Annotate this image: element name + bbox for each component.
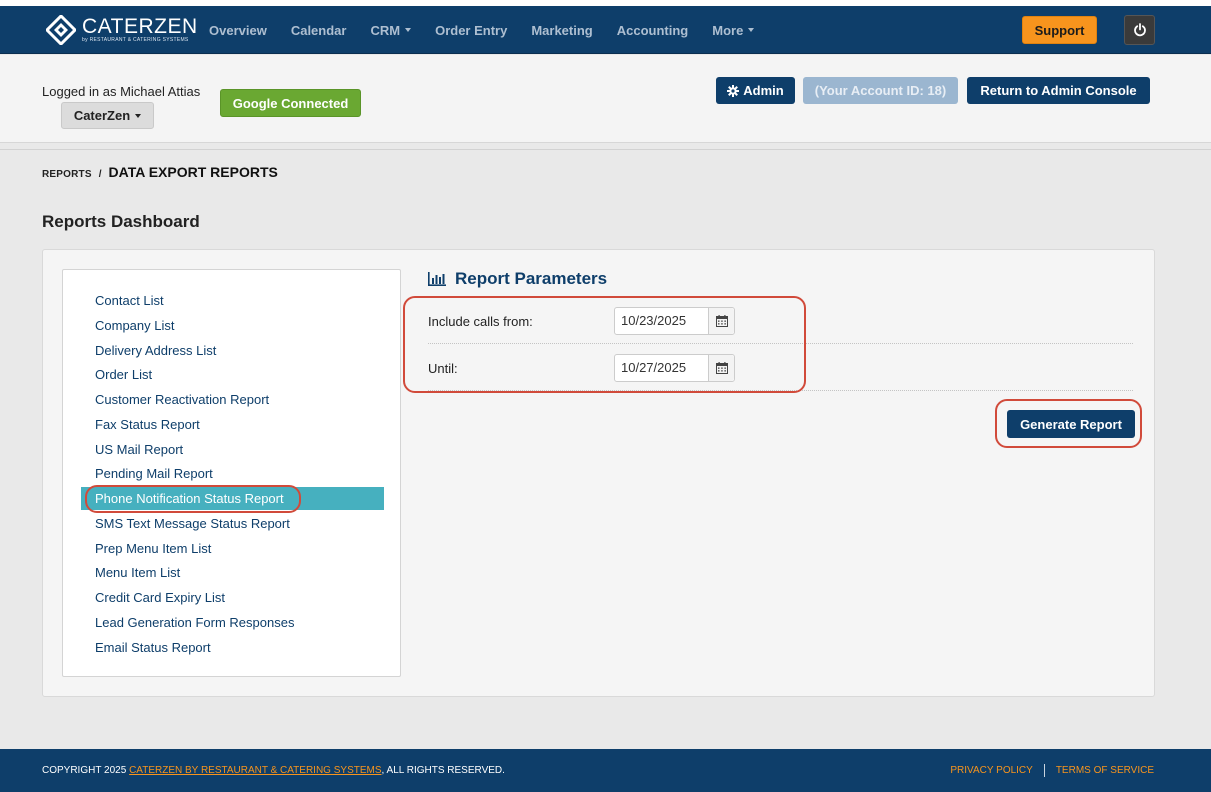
nav-item-overview[interactable]: Overview bbox=[197, 23, 279, 38]
privacy-policy-link[interactable]: PRIVACY POLICY bbox=[950, 765, 1032, 776]
report-link-lead-generation-form-responses[interactable]: Lead Generation Form Responses bbox=[81, 611, 384, 634]
chevron-down-icon bbox=[135, 113, 142, 118]
highlight-annotation-generate bbox=[995, 399, 1142, 448]
admin-button[interactable]: Admin bbox=[716, 77, 795, 104]
nav-item-crm[interactable]: CRM bbox=[358, 23, 423, 38]
chevron-down-icon bbox=[405, 28, 412, 32]
report-list: Contact List Company List Delivery Address… bbox=[62, 269, 401, 677]
support-button[interactable]: Support bbox=[1022, 16, 1097, 44]
report-link-order-list[interactable]: Order List bbox=[81, 363, 384, 386]
copyright-prefix: COPYRIGHT 2025 bbox=[42, 765, 130, 776]
company-dropdown-label: CaterZen bbox=[73, 108, 131, 123]
account-header: Logged in as Michael Attias CaterZen Goo… bbox=[0, 55, 1211, 143]
breadcrumb: REPORTS / DATA EXPORT REPORTS bbox=[42, 164, 278, 180]
nav-item-order-entry[interactable]: Order Entry bbox=[423, 23, 519, 38]
report-link-email-status-report[interactable]: Email Status Report bbox=[81, 636, 384, 659]
caterzen-logo-icon bbox=[46, 15, 76, 45]
report-link-prep-menu-item-list[interactable]: Prep Menu Item List bbox=[81, 537, 384, 560]
nav-item-label: Accounting bbox=[616, 22, 689, 38]
nav-item-accounting[interactable]: Accounting bbox=[605, 23, 701, 38]
report-parameters-heading: Report Parameters bbox=[428, 269, 607, 289]
account-id-button[interactable]: (Your Account ID: 18) bbox=[803, 77, 958, 104]
bar-chart-icon bbox=[428, 272, 446, 286]
breadcrumb-current: DATA EXPORT REPORTS bbox=[108, 164, 278, 180]
report-parameters-title: Report Parameters bbox=[455, 269, 608, 288]
report-link-customer-reactivation-report[interactable]: Customer Reactivation Report bbox=[81, 388, 384, 411]
admin-button-label: Admin bbox=[743, 83, 784, 98]
nav-item-calendar[interactable]: Calendar bbox=[279, 23, 359, 38]
header-divider bbox=[0, 149, 1211, 150]
brand-subtitle: by RESTAURANT & CATERING SYSTEMS bbox=[82, 37, 189, 43]
footer: COPYRIGHT 2025 CATERZEN BY RESTAURANT & … bbox=[0, 749, 1211, 792]
power-icon bbox=[1133, 23, 1146, 37]
breadcrumb-reports-link[interactable]: REPORTS bbox=[42, 169, 92, 180]
copyright-suffix: , ALL RIGHTS RESERVED. bbox=[381, 765, 505, 776]
breadcrumb-separator: / bbox=[98, 169, 102, 180]
nav-item-marketing[interactable]: Marketing bbox=[519, 23, 604, 38]
brand-name: CATERZEN bbox=[82, 15, 198, 38]
nav-item-label: CRM bbox=[370, 22, 401, 38]
nav-item-label: Calendar bbox=[290, 22, 347, 38]
footer-divider bbox=[1043, 764, 1045, 777]
company-dropdown[interactable]: CaterZen bbox=[61, 102, 154, 129]
report-link-delivery-address-list[interactable]: Delivery Address List bbox=[81, 339, 384, 362]
report-link-company-list[interactable]: Company List bbox=[81, 314, 384, 337]
nav-item-label: Overview bbox=[209, 22, 267, 38]
report-link-menu-item-list[interactable]: Menu Item List bbox=[81, 561, 384, 584]
nav-item-label: Marketing bbox=[531, 22, 593, 38]
return-admin-console-button[interactable]: Return to Admin Console bbox=[967, 77, 1150, 104]
chevron-down-icon bbox=[748, 28, 755, 32]
top-navbar: CATERZEN by RESTAURANT & CATERING SYSTEM… bbox=[0, 6, 1211, 54]
gear-icon bbox=[727, 84, 740, 97]
logout-button[interactable] bbox=[1124, 15, 1155, 45]
caterzen-logo[interactable]: CATERZEN by RESTAURANT & CATERING SYSTEM… bbox=[46, 15, 198, 45]
page-title: Reports Dashboard bbox=[42, 212, 200, 231]
report-link-fax-status-report[interactable]: Fax Status Report bbox=[81, 413, 384, 436]
footer-links: PRIVACY POLICY TERMS OF SERVICE bbox=[950, 764, 1154, 777]
google-connected-button[interactable]: Google Connected bbox=[220, 89, 361, 117]
highlight-annotation-active-report bbox=[85, 485, 301, 513]
footer-copyright: COPYRIGHT 2025 CATERZEN BY RESTAURANT & … bbox=[42, 765, 505, 776]
company-link[interactable]: CATERZEN BY RESTAURANT & CATERING SYSTEM… bbox=[129, 765, 381, 776]
report-link-sms-text-message-status-report[interactable]: SMS Text Message Status Report bbox=[81, 512, 384, 535]
report-link-credit-card-expiry-list[interactable]: Credit Card Expiry List bbox=[81, 586, 384, 609]
report-link-us-mail-report[interactable]: US Mail Report bbox=[81, 438, 384, 461]
main-nav: Overview Calendar CRM Order Entry Marketing A… bbox=[197, 6, 766, 54]
report-link-pending-mail-report[interactable]: Pending Mail Report bbox=[81, 462, 384, 485]
report-link-contact-list[interactable]: Contact List bbox=[81, 289, 384, 312]
terms-of-service-link[interactable]: TERMS OF SERVICE bbox=[1056, 765, 1154, 776]
logged-in-text: Logged in as Michael Attias bbox=[42, 84, 201, 99]
nav-item-more[interactable]: More bbox=[700, 23, 766, 38]
nav-item-label: More bbox=[712, 22, 744, 38]
nav-item-label: Order Entry bbox=[435, 22, 508, 38]
highlight-annotation-date-range bbox=[403, 296, 806, 393]
